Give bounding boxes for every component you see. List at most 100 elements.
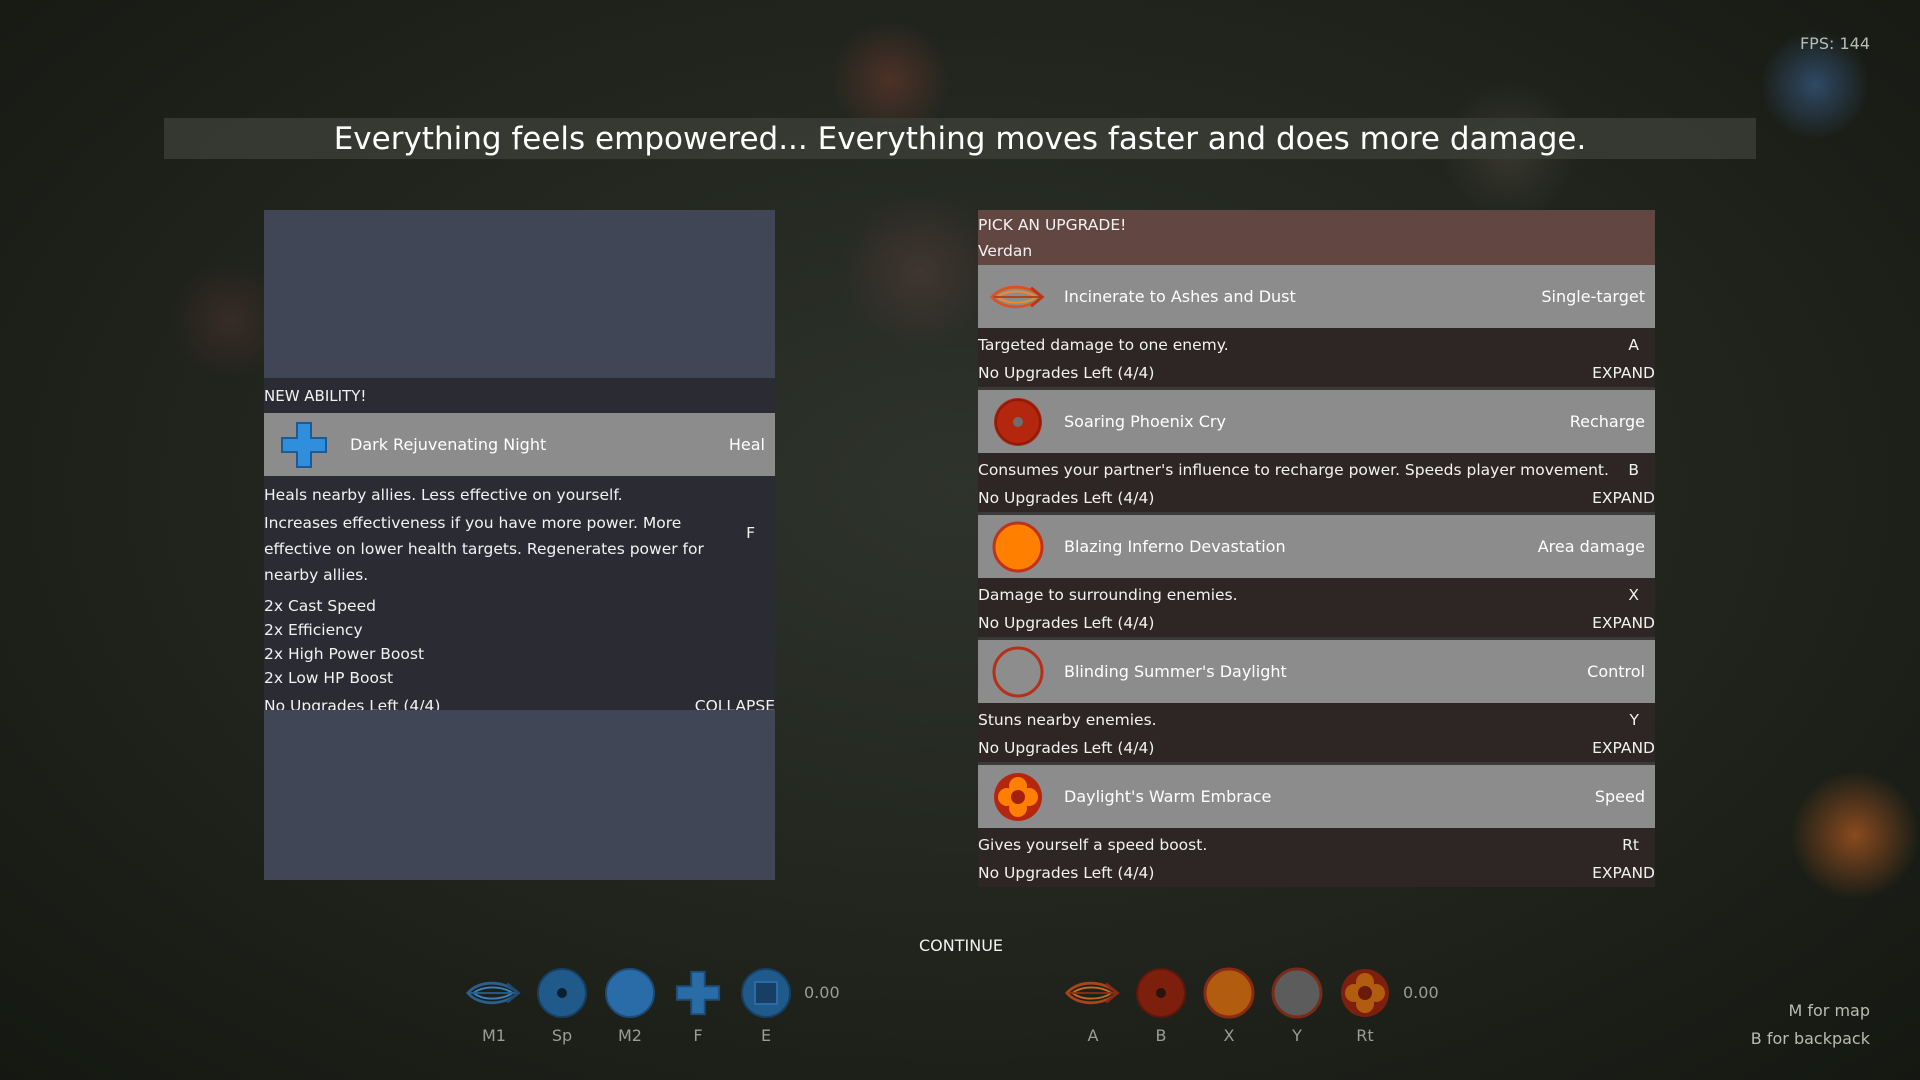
ability-stat: 2x High Power Boost [264,645,425,663]
ability-description: Targeted damage to one enemy. [978,336,1229,354]
panel-spacer-bottom [264,710,775,880]
expand-button[interactable]: EXPAND [1592,484,1655,512]
ability-key: A [1628,336,1639,354]
hotbar-left: M1 Sp M2 F E 0.00 [460,965,840,1045]
ability-key: Y [1629,711,1639,729]
ability-name: Incinerate to Ashes and Dust [1064,287,1296,306]
hotbar-key: X [1223,1026,1235,1045]
background-glow [1790,770,1920,900]
upgrades-remaining: No Upgrades Left (4/4) [978,364,1155,382]
blue-square-icon [738,965,794,1021]
ability-key: B [1628,461,1639,479]
ability-type: Single-target [1541,287,1645,306]
hotbar-key: F [693,1026,703,1045]
control-hints: M for map B for backpack [1751,997,1870,1053]
hotbar-slot[interactable]: E [732,965,800,1045]
hotbar-right: A B X Y Rt 0.00 [1059,965,1439,1045]
ability-type: Speed [1594,787,1645,806]
map-hint: M for map [1788,1001,1870,1020]
hotbar-slot[interactable]: M2 [596,965,664,1045]
ability-description-line: Heals nearby allies. Less effective on y… [264,486,623,504]
hotbar-slot[interactable]: Y [1263,965,1331,1045]
ability-key: X [1628,586,1639,604]
ability-row-phoenix-cry[interactable]: Soaring Phoenix Cry Recharge [978,390,1655,453]
hotbar-slot[interactable]: Sp [528,965,596,1045]
ability-name: Soaring Phoenix Cry [1064,412,1226,431]
ability-row-inferno[interactable]: Blazing Inferno Devastation Area damage [978,515,1655,578]
orange-orb-icon [1201,965,1257,1021]
ability-description: Consumes your partner's influence to rec… [978,461,1609,479]
grey-orb-icon [1269,965,1325,1021]
ability-description-line: nearby allies. [264,566,369,584]
hotbar-slot[interactable]: B [1127,965,1195,1045]
backpack-hint: B for backpack [1750,1029,1870,1048]
upgrade-title: PICK AN UPGRADE! [978,216,1127,234]
upgrade-card: Blazing Inferno Devastation Area damage … [978,515,1655,640]
ability-stat: 2x Efficiency [264,621,363,639]
expand-button[interactable]: EXPAND [1592,859,1655,887]
hotbar-key: Sp [551,1026,573,1045]
upgrades-remaining: No Upgrades Left (4/4) [978,864,1155,882]
hotbar-key: A [1087,1026,1099,1045]
ability-stat: 2x Low HP Boost [264,669,394,687]
hotbar-slot[interactable]: A [1059,965,1127,1045]
cooldown-timer: 0.00 [804,983,840,1002]
blue-bolt-icon [466,965,522,1021]
cooldown-timer: 0.00 [1403,983,1439,1002]
dot-circle-icon [1133,965,1189,1021]
new-ability-label: NEW ABILITY! [264,387,367,405]
plus-icon [276,417,332,473]
upgrades-remaining: No Upgrades Left (4/4) [978,739,1155,757]
ability-name: Blinding Summer's Daylight [1064,662,1287,681]
status-banner: Everything feels empowered... Everything… [164,118,1756,159]
panel-spacer-top [264,210,775,378]
hotbar-slot[interactable]: M1 [460,965,528,1045]
hotbar-key: M1 [482,1026,506,1045]
hotbar-key: Y [1292,1026,1302,1045]
upgrade-card: Incinerate to Ashes and Dust Single-targ… [978,265,1655,390]
dot-circle-icon [990,394,1046,450]
ability-stat: 2x Cast Speed [264,597,376,615]
ability-row-warm-embrace[interactable]: Daylight's Warm Embrace Speed [978,765,1655,828]
expand-button[interactable]: EXPAND [1592,359,1655,387]
expand-button[interactable]: EXPAND [1592,609,1655,637]
blue-orb-icon [602,965,658,1021]
hotbar-key: Rt [1356,1026,1374,1045]
upgrade-header: PICK AN UPGRADE! Verdan [978,210,1655,265]
ability-key: Rt [1622,836,1639,854]
hotbar-key: B [1155,1026,1167,1045]
hotbar-slot[interactable]: X [1195,965,1263,1045]
banner-text: Everything feels empowered... Everything… [333,120,1587,157]
ability-description: Gives yourself a speed boost. [978,836,1208,854]
hotbar-slot[interactable]: Rt [1331,965,1399,1045]
upgrade-panel: PICK AN UPGRADE! Verdan Incinerate to As… [978,210,1655,887]
ability-type: Control [1587,662,1645,681]
ability-type: Heal [728,435,765,454]
ability-key: F [746,524,755,542]
ability-type: Recharge [1569,412,1645,431]
ability-name: Daylight's Warm Embrace [1064,787,1272,806]
ability-description: Stuns nearby enemies. [978,711,1157,729]
ability-description-line: effective on lower health targets. Regen… [264,540,704,558]
grey-orb-icon [990,644,1046,700]
blue-dot-circle-icon [534,965,590,1021]
fps-counter: FPS: 144 [1799,34,1870,53]
orange-orb-icon [990,519,1046,575]
upgrades-remaining: No Upgrades Left (4/4) [978,489,1155,507]
upgrade-card: Blinding Summer's Daylight Control Stuns… [978,640,1655,765]
ability-name: Blazing Inferno Devastation [1064,537,1286,556]
hotbar-key: M2 [618,1026,642,1045]
flower-icon [1337,965,1393,1021]
ability-name: Dark Rejuvenating Night [350,435,547,454]
ability-type: Area damage [1537,537,1645,556]
flame-bolt-icon [1065,965,1121,1021]
continue-button[interactable]: CONTINUE [919,936,1003,955]
expand-button[interactable]: EXPAND [1592,734,1655,762]
hotbar-slot[interactable]: F [664,965,732,1045]
new-ability-row[interactable]: Dark Rejuvenating Night Heal [264,413,775,476]
ability-row-daylight[interactable]: Blinding Summer's Daylight Control [978,640,1655,703]
ability-row-incinerate[interactable]: Incinerate to Ashes and Dust Single-targ… [978,265,1655,328]
upgrade-card: Daylight's Warm Embrace Speed Gives your… [978,765,1655,887]
ability-description-line: Increases effectiveness if you have more… [264,514,682,532]
new-ability-panel: NEW ABILITY! Dark Rejuvenating Night Hea… [264,210,775,880]
